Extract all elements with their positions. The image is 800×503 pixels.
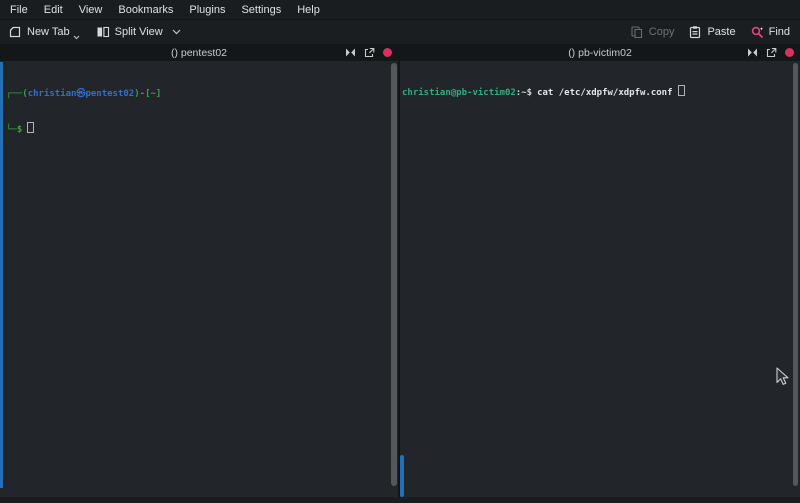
tool-bar: New Tab Split View Copy Paste	[0, 20, 800, 45]
toolbar-right-group: Copy Paste Find	[630, 25, 790, 39]
terminal-cursor	[27, 122, 34, 133]
pane-pb-victim02: () pb-victim02 christian@pb-victim02:~$c…	[400, 44, 800, 497]
copy-icon	[630, 25, 644, 39]
menu-edit[interactable]: Edit	[36, 2, 71, 18]
pane-pentest02: () pentest02 ┌──(christian㉿pentest02)-[~…	[0, 44, 398, 497]
pane-pentest02-titlebar[interactable]: () pentest02	[0, 44, 398, 61]
pane-pb-victim02-title: () pb-victim02	[568, 47, 632, 59]
command-line: christian@pb-victim02:~$cat /etc/xdpfw/x…	[402, 85, 800, 99]
pane-pentest02-title: () pentest02	[171, 47, 227, 59]
terminal-cursor	[678, 85, 685, 96]
split-container: () pentest02 ┌──(christian㉿pentest02)-[~…	[0, 44, 800, 497]
menu-help[interactable]: Help	[289, 2, 328, 18]
right-pane-scroll-indicator[interactable]	[400, 455, 404, 497]
copy-label: Copy	[649, 26, 675, 38]
find-button[interactable]: Find	[750, 25, 790, 39]
paste-icon	[688, 25, 702, 39]
konsole-window: { "menu": { "items": ["File", "Edit", "V…	[0, 0, 800, 503]
pane-pb-victim02-controls	[747, 44, 794, 61]
close-pane-button[interactable]	[785, 48, 794, 57]
toolbar-left-group: New Tab Split View	[8, 25, 181, 39]
close-pane-button[interactable]	[383, 48, 392, 57]
pane-pb-victim02-titlebar[interactable]: () pb-victim02	[400, 44, 800, 61]
left-pane-scroll-indicator[interactable]	[0, 62, 3, 488]
paste-label: Paste	[707, 26, 735, 38]
menu-view[interactable]: View	[71, 2, 111, 18]
detach-pane-icon[interactable]	[364, 47, 375, 58]
new-tab-button[interactable]: New Tab	[8, 25, 80, 39]
new-tab-label: New Tab	[27, 26, 70, 38]
paste-button[interactable]: Paste	[688, 25, 735, 39]
pane-pentest02-controls	[345, 44, 392, 61]
prompt-line-1: ┌──(christian㉿pentest02)-[~]	[6, 89, 398, 100]
split-view-chevron-down-icon	[172, 29, 181, 35]
maximize-pane-icon[interactable]	[345, 47, 356, 58]
split-view-button[interactable]: Split View	[96, 25, 181, 39]
prompt-line-2: └─$	[6, 122, 398, 136]
menu-settings[interactable]: Settings	[233, 2, 289, 18]
new-tab-dropdown-caret-icon	[73, 35, 80, 40]
menu-file[interactable]: File	[2, 2, 36, 18]
menu-bar: File Edit View Bookmarks Plugins Setting…	[0, 0, 800, 20]
left-pane-scrollbar[interactable]	[391, 63, 397, 486]
find-label: Find	[769, 26, 790, 38]
maximize-pane-icon[interactable]	[747, 47, 758, 58]
find-icon	[750, 25, 764, 39]
copy-button[interactable]: Copy	[630, 25, 675, 39]
right-pane-scrollbar[interactable]	[793, 63, 798, 486]
detach-pane-icon[interactable]	[766, 47, 777, 58]
split-view-label: Split View	[115, 26, 163, 38]
terminal-pb-victim02[interactable]: christian@pb-victim02:~$cat /etc/xdpfw/x…	[400, 61, 800, 497]
new-tab-icon	[8, 25, 22, 39]
split-view-icon	[96, 25, 110, 39]
terminal-pentest02[interactable]: ┌──(christian㉿pentest02)-[~] └─$	[0, 61, 398, 497]
menu-plugins[interactable]: Plugins	[181, 2, 233, 18]
menu-bookmarks[interactable]: Bookmarks	[110, 2, 181, 18]
